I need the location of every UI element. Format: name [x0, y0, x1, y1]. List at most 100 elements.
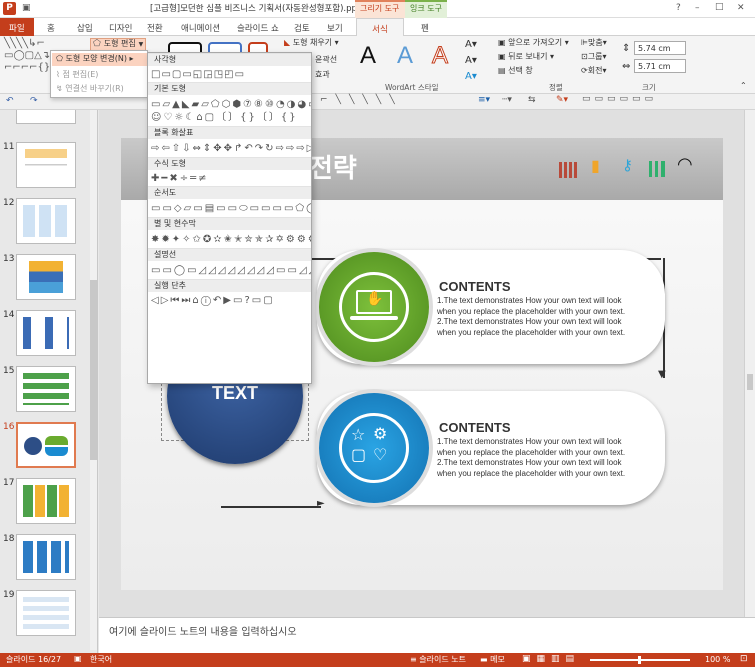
comments-button[interactable]: ▬ 메모	[480, 656, 505, 664]
notes-placeholder[interactable]: 여기에 슬라이드 노트의 내용을 입력하십시오	[99, 618, 755, 648]
notes-toggle-button[interactable]: ≡ 슬라이드 노트	[410, 656, 466, 664]
tab-insert[interactable]: 삽입	[68, 18, 102, 36]
fit-slide-icon[interactable]: ⊡	[740, 655, 748, 664]
help-button[interactable]: ?	[676, 4, 681, 13]
arrow-head-down: ▼	[658, 369, 666, 380]
text-outline-icon[interactable]: A▾	[465, 56, 477, 66]
zoom-slider[interactable]	[590, 656, 690, 664]
slide-vertical-scrollbar[interactable]	[744, 110, 755, 617]
slide-thumbnail-15[interactable]	[16, 366, 76, 412]
gallery-section-action-buttons: 실행 단추 ◁▷⏮⏭⌂ⓘ↶▶▭?▭▢	[148, 279, 311, 308]
status-bar: 슬라이드 16/27 ▣ 한국어 ≡ 슬라이드 노트 ▬ 메모 ▣▦▥▤ 100…	[0, 653, 755, 667]
slide-title[interactable]: 전략	[309, 156, 357, 182]
width-field[interactable]: 5.71 cm	[634, 59, 686, 73]
outline-color-icon[interactable]: ✎▾	[556, 96, 568, 105]
tab-file[interactable]: 파일	[0, 18, 34, 36]
shape-icon: ⬠	[56, 54, 63, 63]
slide-thumbnail-18[interactable]	[16, 534, 76, 580]
signal-icon	[649, 161, 665, 177]
undo-icon[interactable]: ↶	[6, 97, 14, 106]
shape-row[interactable]: □▭▢▭◱◲◳◰▭	[148, 66, 311, 82]
selection-pane-button[interactable]: ▤ 선택 창	[498, 67, 533, 75]
wordart-group-label: WordArt 스타일	[385, 83, 439, 92]
spellcheck-icon[interactable]: ▣	[74, 655, 82, 663]
line-weight-icon[interactable]: ≡▾	[478, 96, 490, 105]
notes-pane[interactable]: 여기에 슬라이드 노트의 내용을 입력하십시오	[99, 617, 755, 653]
thumbs-up-icon: ✋	[366, 291, 384, 307]
paint-bucket-icon: ◣	[284, 38, 291, 47]
selection-pane-icon: ▤	[498, 66, 506, 75]
slide-thumbnail-19[interactable]	[16, 590, 76, 636]
bring-forward-icon: ▣	[498, 38, 506, 47]
height-field[interactable]: 5.74 cm	[634, 41, 686, 55]
slide-thumbnail-12[interactable]	[16, 198, 76, 244]
close-button[interactable]: ✕	[737, 4, 745, 13]
shape-row[interactable]: ◁▷⏮⏭⌂ⓘ↶▶▭?▭▢	[148, 292, 311, 308]
view-buttons[interactable]: ▣▦▥▤	[522, 655, 580, 664]
slide-thumbnail-17[interactable]	[16, 478, 76, 524]
shape-row[interactable]: ▭▭◯▭◿◿◿◿◿◿◿◿▭▭◿◿◿◿◿◿◿◿	[148, 261, 311, 279]
gallery-section-equation-shapes: 수식 도형 ✚━✖÷═≠	[148, 157, 311, 186]
tab-slideshow[interactable]: 슬라이드 쇼	[228, 18, 288, 36]
shape-effects-button[interactable]: 효과	[315, 71, 330, 79]
quick-shapes-icon[interactable]: ▭▭▭▭▭▭	[582, 95, 657, 104]
tab-design[interactable]: 디자인	[100, 18, 141, 36]
connector-bottom	[221, 506, 321, 508]
draw-line-tools[interactable]: ⌐╲╲╲╲╲	[320, 96, 403, 105]
change-shape-menu-item[interactable]: ⬠ 도형 모양 변경(N) ▸	[52, 53, 147, 66]
slide-counter: 슬라이드 16/27	[6, 655, 62, 664]
maximize-button[interactable]: □	[715, 3, 724, 12]
tab-view[interactable]: 보기	[318, 18, 352, 36]
zoom-thumb[interactable]	[638, 656, 641, 664]
section-header: 사각형	[148, 54, 311, 66]
section-header: 설명선	[148, 249, 311, 261]
content-card-1[interactable]: ✋ CONTENTS 1.The text demonstrates How y…	[317, 250, 665, 364]
slide-thumbnail-13[interactable]	[16, 254, 76, 300]
shape-row[interactable]: ▭▱▲◣▰▱⬠⬡⬢⑦⑧⑩◔◑◕▭▭▭□▭▭◯▣▢⊘◠◡☺♡☼☾⌂▢〔〕{}〔〕{…	[148, 95, 311, 126]
chevron-down-icon: ▼	[138, 41, 144, 48]
tab-transitions[interactable]: 전환	[138, 18, 172, 36]
slide-thumbnail-11[interactable]	[16, 142, 76, 188]
powerpoint-logo: P	[3, 2, 16, 15]
chart-icon	[559, 162, 577, 178]
gallery-section-rectangles: 사각형 □▭▢▭◱◲◳◰▭	[148, 53, 311, 82]
send-backward-button[interactable]: ▣ 뒤로 보내기 ▾	[498, 53, 554, 61]
height-icon: ⇕	[622, 43, 631, 54]
tab-format[interactable]: 서식	[356, 18, 404, 36]
save-icon[interactable]: ▣	[22, 4, 31, 13]
slide-thumbnail-16-active[interactable]	[16, 422, 76, 468]
group-button[interactable]: ⊡그룹▾	[581, 53, 606, 61]
bring-forward-button[interactable]: ▣ 앞으로 가져오기 ▾	[498, 39, 569, 47]
zoom-level[interactable]: 100 %	[705, 656, 730, 664]
shape-outline-button[interactable]: 윤곽선	[315, 56, 337, 64]
thumbnails-scrollbar[interactable]	[90, 110, 97, 650]
wordart-style-blue[interactable]: A	[397, 44, 413, 68]
tab-review[interactable]: 검토	[285, 18, 319, 36]
shape-row[interactable]: ⇨⇦⇧⇩⇔⇕✥✥↱↶↷↻⇨⇨⇨▷⇨⇨⇦⇧⇩⇔⇕✥⇄⤺⤻↶↷⮌⮎	[148, 139, 311, 157]
wordart-style-black[interactable]: A	[360, 44, 376, 68]
slide-thumbnail-10-partial[interactable]	[16, 110, 76, 124]
shape-row[interactable]: ✚━✖÷═≠	[148, 170, 311, 186]
shape-fill-button[interactable]: ◣ 도형 채우기 ▾	[284, 39, 339, 47]
arrow-style-icon[interactable]: ⇆	[528, 96, 536, 105]
text-fill-icon[interactable]: A▾	[465, 40, 477, 50]
gear-icon: ⚙	[373, 424, 388, 443]
text-effects-icon[interactable]: A▾	[465, 72, 477, 82]
tab-home[interactable]: 홈	[38, 18, 64, 36]
shape-row[interactable]: ▭▭◇▱▭▤▭▭⬭▭▭▭▭⬠◯▭▭⊗⊕⊠⧖⧗▽△◩◪▭▭▭◯◡	[148, 199, 311, 217]
slide-number: 16	[3, 422, 15, 432]
minimize-button[interactable]: –	[695, 4, 700, 13]
content-card-2[interactable]: ☆ ⚙ ▢ ♡ CONTENTS 1.The text demonstrates…	[317, 391, 665, 505]
dash-style-icon[interactable]: ┄▾	[502, 96, 512, 105]
collapse-ribbon-icon[interactable]: ⌃	[740, 82, 747, 90]
rotate-button[interactable]: ⟳회전▾	[581, 67, 606, 75]
wordart-style-outline[interactable]: A	[431, 43, 448, 68]
language-indicator[interactable]: 한국어	[90, 656, 112, 664]
slide-thumbnail-14[interactable]	[16, 310, 76, 356]
shape-row[interactable]: ✸✹✦✧✩✪✫✬✭✮✯✰✡⚙⚙⚙⚙⚙⚙▭▭▭⌇⌇	[148, 230, 311, 248]
tab-animations[interactable]: 애니메이션	[172, 18, 229, 36]
tab-pen[interactable]: 펜	[412, 18, 438, 36]
align-button[interactable]: ⊫맞춤▾	[581, 39, 607, 47]
size-group-label: 크기	[642, 83, 656, 92]
redo-icon[interactable]: ↷	[30, 97, 38, 106]
